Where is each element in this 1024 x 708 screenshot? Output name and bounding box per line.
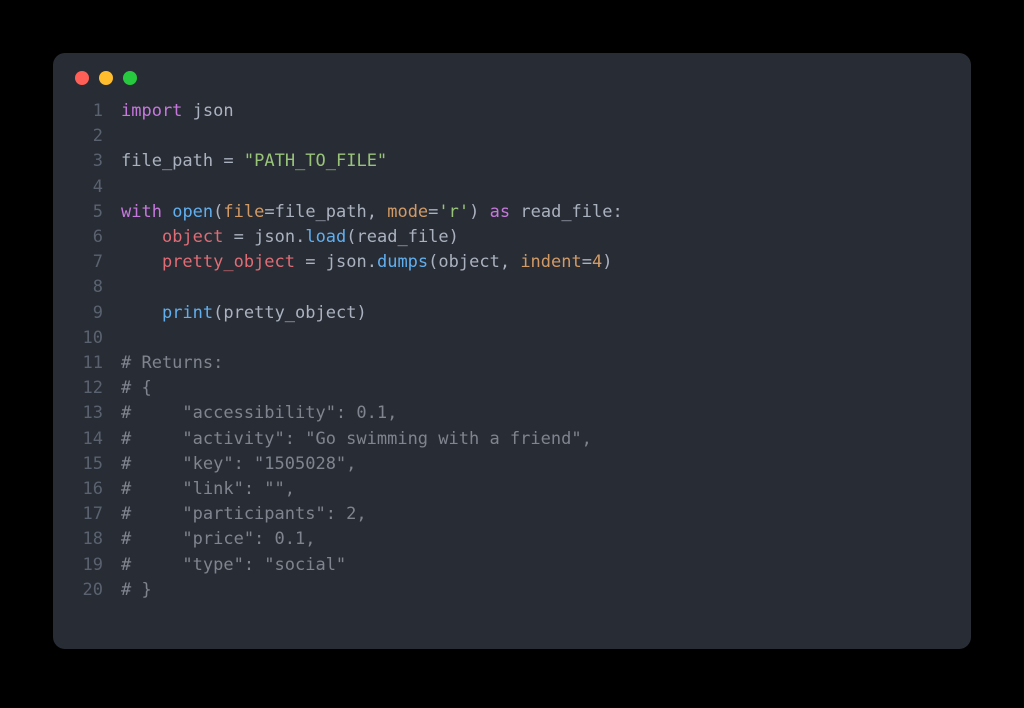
line-number: 19 bbox=[53, 553, 121, 578]
code-line: 13 # "accessibility": 0.1, bbox=[53, 401, 971, 426]
code-line: 15 # "key": "1505028", bbox=[53, 452, 971, 477]
line-number: 4 bbox=[53, 175, 121, 200]
code-line: 16 # "link": "", bbox=[53, 477, 971, 502]
variable: file_path bbox=[121, 149, 213, 174]
variable: pretty_object bbox=[162, 250, 295, 275]
window-titlebar bbox=[53, 53, 971, 95]
close-icon[interactable] bbox=[75, 71, 89, 85]
comment: # "type": "social" bbox=[121, 553, 346, 578]
zoom-icon[interactable] bbox=[123, 71, 137, 85]
code-line: 18 # "price": 0.1, bbox=[53, 527, 971, 552]
comment: # "activity": "Go swimming with a friend… bbox=[121, 427, 592, 452]
variable: read_file bbox=[520, 200, 612, 225]
line-number: 3 bbox=[53, 149, 121, 174]
code-line: 3 file_path = "PATH_TO_FILE" bbox=[53, 149, 971, 174]
keyword-import: import bbox=[121, 99, 182, 124]
line-number: 16 bbox=[53, 477, 121, 502]
line-number: 15 bbox=[53, 452, 121, 477]
kwarg-indent: indent bbox=[520, 250, 581, 275]
line-number: 18 bbox=[53, 527, 121, 552]
code-line: 17 # "participants": 2, bbox=[53, 502, 971, 527]
comment: # Returns: bbox=[121, 351, 223, 376]
keyword-with: with bbox=[121, 200, 162, 225]
method-load: load bbox=[305, 225, 346, 250]
line-number: 10 bbox=[53, 326, 121, 351]
line-number: 9 bbox=[53, 301, 121, 326]
builtin-print: print bbox=[162, 301, 213, 326]
kwarg-file: file bbox=[223, 200, 264, 225]
string-literal: 'r' bbox=[438, 200, 469, 225]
code-window: 1 import json 2 3 file_path = "PATH_TO_F… bbox=[53, 53, 971, 649]
code-line: 2 bbox=[53, 124, 971, 149]
minimize-icon[interactable] bbox=[99, 71, 113, 85]
module-json: json bbox=[193, 99, 234, 124]
comment: # "accessibility": 0.1, bbox=[121, 401, 397, 426]
code-editor: 1 import json 2 3 file_path = "PATH_TO_F… bbox=[53, 95, 971, 603]
line-number: 7 bbox=[53, 250, 121, 275]
comment: # "participants": 2, bbox=[121, 502, 367, 527]
line-number: 13 bbox=[53, 401, 121, 426]
comment: # "link": "", bbox=[121, 477, 295, 502]
line-number: 14 bbox=[53, 427, 121, 452]
line-number: 11 bbox=[53, 351, 121, 376]
line-number: 20 bbox=[53, 578, 121, 603]
line-number: 8 bbox=[53, 275, 121, 300]
variable: object bbox=[162, 225, 223, 250]
line-number: 17 bbox=[53, 502, 121, 527]
code-line: 1 import json bbox=[53, 99, 971, 124]
code-line: 19 # "type": "social" bbox=[53, 553, 971, 578]
string-literal: "PATH_TO_FILE" bbox=[244, 149, 387, 174]
code-line: 6 object = json.load(read_file) bbox=[53, 225, 971, 250]
code-line: 20 # } bbox=[53, 578, 971, 603]
line-number: 5 bbox=[53, 200, 121, 225]
code-line: 9 print(pretty_object) bbox=[53, 301, 971, 326]
number-literal: 4 bbox=[592, 250, 602, 275]
code-line: 14 # "activity": "Go swimming with a fri… bbox=[53, 427, 971, 452]
comment: # "key": "1505028", bbox=[121, 452, 356, 477]
builtin-open: open bbox=[172, 200, 213, 225]
code-line: 7 pretty_object = json.dumps(object, ind… bbox=[53, 250, 971, 275]
method-dumps: dumps bbox=[377, 250, 428, 275]
code-line: 10 bbox=[53, 326, 971, 351]
code-line: 5 with open(file=file_path, mode='r') as… bbox=[53, 200, 971, 225]
comment: # { bbox=[121, 376, 152, 401]
line-number: 2 bbox=[53, 124, 121, 149]
line-number: 6 bbox=[53, 225, 121, 250]
comment: # } bbox=[121, 578, 152, 603]
comment: # "price": 0.1, bbox=[121, 527, 315, 552]
code-line: 11 # Returns: bbox=[53, 351, 971, 376]
kwarg-mode: mode bbox=[387, 200, 428, 225]
code-line: 12 # { bbox=[53, 376, 971, 401]
line-number: 1 bbox=[53, 99, 121, 124]
line-number: 12 bbox=[53, 376, 121, 401]
code-line: 8 bbox=[53, 275, 971, 300]
keyword-as: as bbox=[490, 200, 510, 225]
code-line: 4 bbox=[53, 175, 971, 200]
